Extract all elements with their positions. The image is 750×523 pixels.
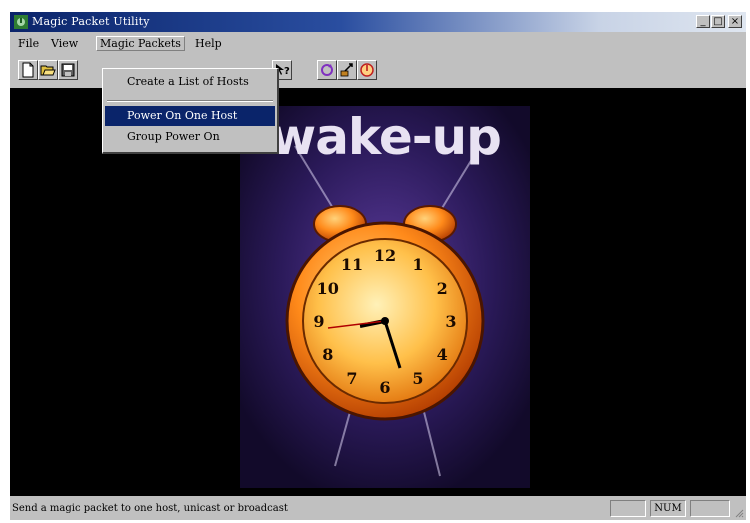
open-button[interactable] (38, 60, 58, 80)
group-power-on-item[interactable]: Group Power On (105, 127, 275, 147)
clock-numeral: 1 (412, 255, 423, 274)
svg-text:?: ? (284, 66, 290, 77)
menu-bar: File View Magic Packets Help (10, 34, 746, 54)
menu-view[interactable]: View (47, 36, 82, 51)
close-button[interactable]: × (728, 15, 742, 28)
clock-numeral: 12 (374, 246, 396, 265)
clock-numeral: 9 (313, 312, 324, 331)
clock-numeral: 3 (445, 312, 456, 331)
create-host-list-item[interactable]: Create a List of Hosts (105, 72, 275, 92)
maximize-button[interactable]: □ (711, 15, 725, 28)
status-panel-num: NUM (650, 500, 686, 517)
clock-numeral: 6 (379, 378, 390, 397)
minimize-button[interactable]: _ (696, 15, 710, 28)
application-window: Magic Packet Utility _ □ × File View Mag… (10, 12, 746, 520)
poster-headline: wake-up (270, 108, 502, 166)
app-icon (14, 14, 28, 29)
magic-packets-dropdown: Create a List of Hosts Power On One Host… (102, 68, 279, 154)
power-button[interactable] (357, 60, 377, 80)
refresh-button[interactable] (317, 60, 337, 80)
menu-help[interactable]: Help (191, 36, 226, 51)
clock-numeral: 5 (412, 369, 423, 388)
send-packet-button[interactable] (337, 60, 357, 80)
clock-numeral: 2 (437, 279, 448, 298)
status-bar: Send a magic packet to one host, unicast… (10, 498, 746, 520)
resize-grip-icon[interactable] (734, 508, 744, 518)
clock-numeral: 4 (437, 345, 448, 364)
new-button[interactable] (18, 60, 38, 80)
clock-numeral: 10 (317, 279, 339, 298)
menu-magic-packets[interactable]: Magic Packets (96, 36, 185, 51)
power-on-one-host-item[interactable]: Power On One Host (105, 106, 275, 126)
power-icon (360, 63, 374, 77)
clock-numeral: 11 (341, 255, 363, 274)
menu-file[interactable]: File (14, 36, 43, 51)
refresh-icon (321, 64, 333, 76)
send-packet-icon (340, 63, 353, 77)
status-panel-empty (610, 500, 646, 517)
clock-numeral: 8 (322, 345, 333, 364)
status-message: Send a magic packet to one host, unicast… (12, 503, 288, 514)
window-title: Magic Packet Utility (32, 15, 150, 28)
clock-numeral: 7 (346, 369, 357, 388)
menu-separator (107, 100, 273, 102)
status-panel-extra (690, 500, 730, 517)
new-document-icon (22, 62, 34, 78)
save-icon (61, 63, 75, 77)
save-button[interactable] (58, 60, 78, 80)
title-bar[interactable]: Magic Packet Utility _ □ × (10, 12, 746, 32)
open-folder-icon (40, 65, 56, 76)
